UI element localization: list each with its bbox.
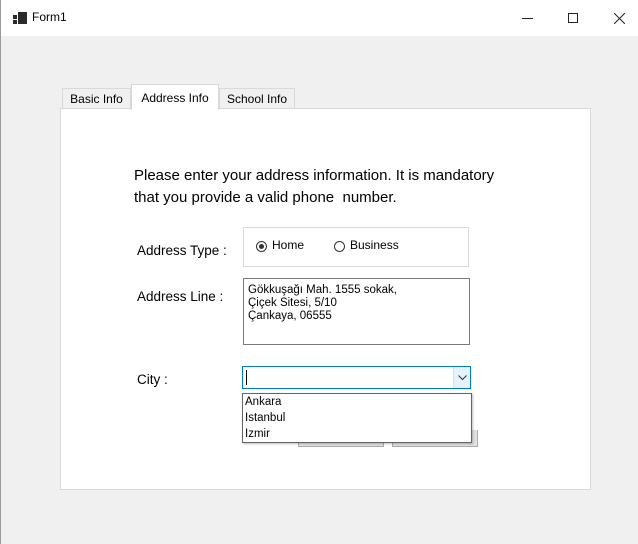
chevron-down-icon <box>457 374 467 380</box>
radio-home-label[interactable]: Home <box>272 238 304 252</box>
address-type-label: Address Type : <box>137 243 227 258</box>
intro-line-1: Please enter your address information. I… <box>134 167 495 184</box>
city-dropdown-list: Ankara Istanbul Izmir <box>242 393 472 443</box>
address-line-textarea[interactable]: Gökkuşağı Mah. 1555 sokak, Çiçek Sitesi,… <box>243 278 470 345</box>
address-type-group: Home Business <box>243 227 469 267</box>
intro-line-2: that you provide a valid phone number. <box>134 189 397 206</box>
city-combobox[interactable] <box>242 366 471 389</box>
city-dropdown-button[interactable] <box>453 367 470 388</box>
title-bar[interactable]: Form1 <box>1 0 638 36</box>
window-title: Form1 <box>32 10 67 24</box>
close-icon <box>613 12 625 24</box>
radio-business-label[interactable]: Business <box>350 238 399 252</box>
maximize-icon <box>568 13 578 23</box>
city-option-ankara[interactable]: Ankara <box>245 395 281 409</box>
radio-selected-dot <box>259 244 264 249</box>
address-line-label: Address Line : <box>137 289 224 304</box>
minimize-icon <box>521 17 533 19</box>
text-caret <box>246 370 247 385</box>
radio-business[interactable] <box>334 241 345 252</box>
intro-text: Please enter your address information. I… <box>134 165 554 209</box>
tab-school-info[interactable]: School Info <box>219 88 295 108</box>
tab-address-info[interactable]: Address Info <box>131 84 219 110</box>
radio-home[interactable] <box>256 241 267 252</box>
minimize-button[interactable] <box>504 0 550 36</box>
form-app-icon <box>13 12 27 24</box>
city-option-istanbul[interactable]: Istanbul <box>245 411 285 425</box>
city-label: City : <box>137 372 168 387</box>
close-button[interactable] <box>596 0 638 36</box>
main-window: Form1 Basic Info Address Info School Inf… <box>0 0 638 544</box>
tab-basic-info[interactable]: Basic Info <box>62 88 131 108</box>
city-option-izmir[interactable]: Izmir <box>245 427 270 441</box>
maximize-button[interactable] <box>550 0 596 36</box>
